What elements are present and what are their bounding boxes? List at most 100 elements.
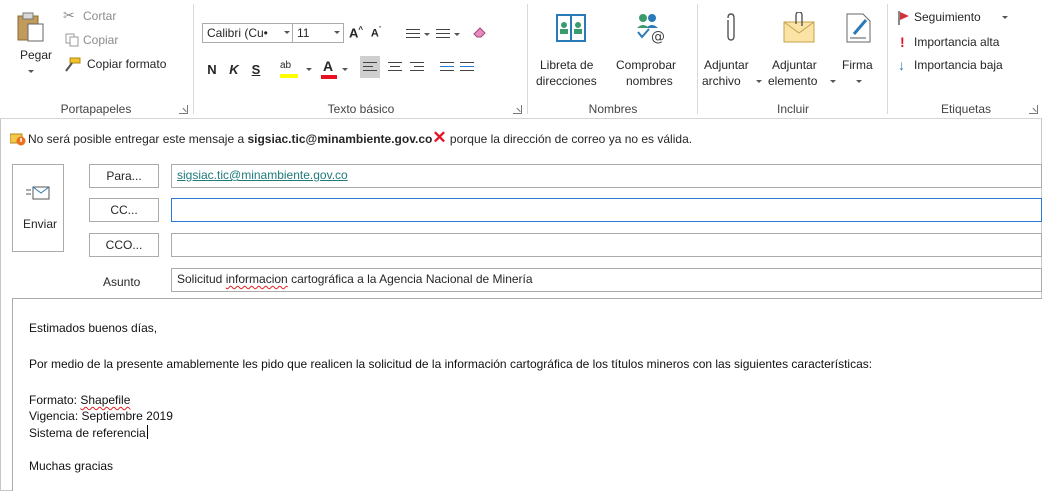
signature-button[interactable]: Firma (838, 8, 882, 94)
highlight-color-bar (280, 74, 298, 78)
group-nombres: Libreta de direcciones @ Comprobar nombr… (530, 0, 696, 118)
group-divider (527, 4, 528, 114)
attach-item-button[interactable]: Adjuntar elemento (766, 8, 838, 94)
portapapeles-launcher-icon[interactable] (179, 105, 188, 114)
format-painter-label: Copiar formato (87, 57, 167, 71)
delivery-warning-text: No será posible entregar este mensaje a … (28, 129, 693, 146)
decrease-indent-button[interactable] (440, 59, 454, 74)
scissors-icon: ✂ (63, 7, 75, 23)
font-color-bar (321, 75, 337, 79)
group-portapapeles: Pegar ✂ Cortar Copiar Copiar formato Por… (0, 0, 192, 118)
bcc-button[interactable]: CCO... (89, 233, 159, 257)
high-importance-label: Importancia alta (914, 35, 1000, 49)
to-recipient[interactable]: sigsiac.tic@minambiente.gov.co (177, 168, 348, 182)
exclamation-icon: ! (900, 34, 905, 50)
subject-label: Asunto (103, 275, 141, 289)
grow-font-icon: A^ (348, 25, 364, 41)
increase-indent-button[interactable] (460, 59, 474, 74)
shrink-font-icon: Aˇ (370, 26, 382, 40)
highlight-button[interactable]: ab (278, 58, 302, 80)
font-color-icon: A (323, 58, 334, 74)
error-x-icon: ✕ (432, 128, 447, 147)
numbering-button[interactable] (436, 26, 450, 41)
sistema-text: Sistema de referencia (29, 426, 146, 440)
to-field[interactable]: sigsiac.tic@minambiente.gov.co (171, 164, 1042, 188)
font-color-button[interactable]: A (320, 58, 338, 80)
copy-label: Copiar (83, 33, 119, 47)
align-right-button[interactable] (410, 59, 424, 74)
align-center-button[interactable] (388, 59, 402, 74)
follow-up-button[interactable]: Seguimiento (898, 10, 1038, 28)
check-names-button[interactable]: @ Comprobar nombres (610, 8, 692, 94)
bold-label: N (207, 61, 217, 77)
group-divider (887, 4, 888, 114)
address-book-icon (556, 14, 586, 42)
flag-icon (898, 11, 909, 25)
font-name-value: Calibri (Cu• (207, 26, 268, 40)
subject-text-1: Solicitud (177, 272, 226, 286)
italic-label: K (229, 61, 239, 77)
low-importance-button[interactable]: ↓ Importancia baja (898, 57, 1038, 76)
underline-button[interactable]: S (248, 58, 264, 80)
subject-field[interactable]: Solicitud informacion cartográfica a la … (171, 268, 1042, 292)
send-label: Enviar (23, 217, 58, 231)
attach-file-button[interactable]: Adjuntar archivo (700, 8, 764, 94)
signature-icon (846, 13, 871, 43)
texto-basico-launcher-icon[interactable] (513, 105, 522, 114)
underline-label: S (251, 61, 261, 77)
high-importance-button[interactable]: ! Importancia alta (898, 34, 1038, 53)
font-name-dropdown-icon (284, 31, 290, 34)
warning-suffix: porque la dirección de correo ya no es v… (446, 132, 693, 146)
group-label-incluir: Incluir (776, 102, 809, 116)
paste-button[interactable]: Pegar (6, 8, 56, 88)
bcc-field[interactable] (171, 233, 1042, 257)
font-size-value: 11 (297, 26, 310, 40)
follow-up-label: Seguimiento (914, 10, 981, 24)
attach-file-label-1: Adjuntar (704, 58, 749, 72)
to-button[interactable]: Para... (89, 164, 159, 188)
group-texto-basico: Calibri (Cu• 11 A^ Aˇ N K S ab A Texto b… (196, 0, 526, 118)
body-greeting: Estimados buenos días, (29, 321, 158, 335)
send-envelope-icon (26, 186, 50, 200)
address-book-label-1: Libreta de (540, 58, 594, 72)
warning-prefix: No será posible entregar este mensaje a (28, 132, 248, 146)
text-caret (146, 425, 148, 439)
address-book-label-2: direcciones (536, 74, 597, 88)
warning-address: sigsiac.tic@minambiente.gov.co (247, 132, 433, 146)
down-arrow-icon: ↓ (898, 57, 905, 73)
address-book-button[interactable]: Libreta de direcciones (534, 8, 610, 94)
warning-mail-icon (10, 133, 26, 146)
paperclip-icon (727, 13, 735, 41)
attach-item-label-2: elemento (768, 74, 818, 88)
clear-format-button[interactable] (472, 25, 488, 39)
italic-button[interactable]: K (226, 58, 242, 80)
attach-file-label-2: archivo (702, 74, 741, 88)
etiquetas-launcher-icon[interactable] (1029, 105, 1038, 114)
paste-dropdown-icon[interactable] (28, 70, 34, 73)
cut-label: Cortar (83, 9, 117, 23)
message-body[interactable]: Estimados buenos días, Por medio de la p… (12, 298, 1042, 491)
font-size-select[interactable]: 11 (292, 23, 344, 43)
check-names-label-1: Comprobar (616, 58, 677, 72)
group-label-etiquetas: Etiquetas (940, 102, 992, 116)
font-size-dropdown-icon (334, 31, 340, 34)
align-left-button[interactable] (360, 56, 380, 78)
font-color-dropdown-icon[interactable] (342, 68, 348, 71)
grow-font-button[interactable]: A^ (348, 22, 364, 44)
cc-field[interactable] (171, 198, 1042, 222)
bold-button[interactable]: N (204, 58, 220, 80)
font-name-select[interactable]: Calibri (Cu• (202, 23, 294, 43)
formato-value: Shapefile (80, 393, 131, 407)
bullets-dropdown-icon[interactable] (424, 33, 430, 36)
delivery-warning-bar: No será posible entregar este mensaje a … (0, 129, 1042, 150)
numbering-dropdown-icon[interactable] (454, 33, 460, 36)
cc-button[interactable]: CC... (89, 198, 159, 222)
shrink-font-button[interactable]: Aˇ (368, 22, 384, 44)
send-button[interactable]: Enviar (12, 164, 64, 252)
body-paragraph: Por medio de la presente amablemente les… (29, 357, 873, 371)
attach-item-dropdown-icon (830, 80, 836, 83)
bullets-button[interactable] (406, 26, 420, 41)
group-label-texto-basico: Texto básico (327, 102, 395, 116)
attach-item-label-1: Adjuntar (772, 58, 817, 72)
highlight-dropdown-icon[interactable] (306, 68, 312, 71)
